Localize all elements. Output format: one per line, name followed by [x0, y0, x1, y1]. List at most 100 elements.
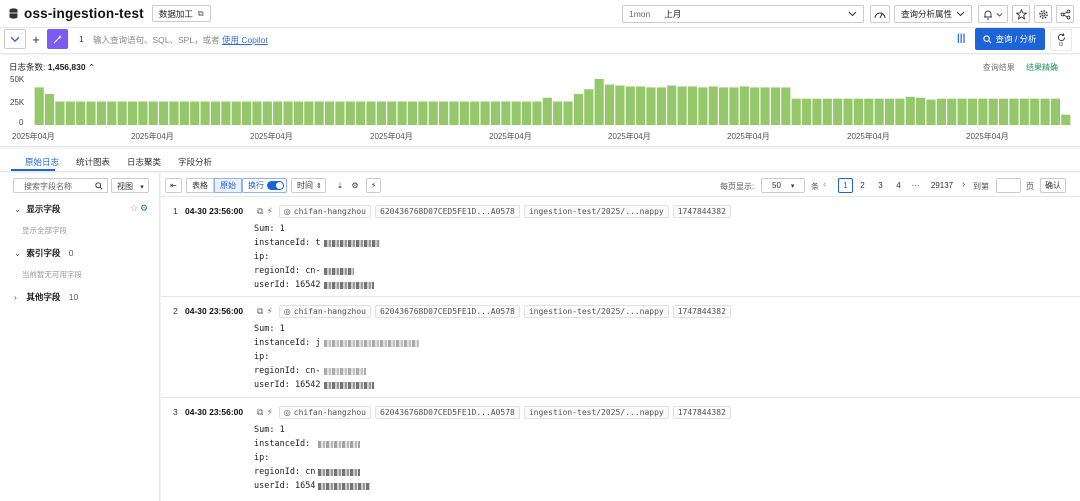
- add-query-button[interactable]: +: [27, 29, 45, 49]
- histogram-bar[interactable]: [947, 98, 957, 125]
- histogram-bar[interactable]: [107, 101, 117, 126]
- histogram-bar[interactable]: [719, 87, 729, 125]
- log-request-id-tag[interactable]: 620436768D07CED5FE1D...A0578: [375, 204, 520, 218]
- histogram-bar[interactable]: [407, 101, 418, 126]
- histogram-bar[interactable]: [563, 101, 573, 126]
- histogram-bar[interactable]: [988, 98, 998, 125]
- histogram-bar[interactable]: [1009, 98, 1019, 125]
- histogram-bar[interactable]: [511, 101, 521, 126]
- log-field[interactable]: ip:: [254, 350, 419, 364]
- magic-wand-icon[interactable]: ⚡: [266, 407, 272, 418]
- log-field[interactable]: userId: 16542: [254, 378, 419, 392]
- histogram-bar[interactable]: [210, 101, 221, 126]
- line-wrap-toggle[interactable]: 换行: [242, 178, 287, 193]
- copy-icon[interactable]: ⧉: [257, 407, 263, 418]
- log-file-path-tag[interactable]: ingestion-test/2025/...nappy: [523, 304, 669, 318]
- histogram-bar[interactable]: [553, 101, 563, 126]
- tab-log-cluster[interactable]: 日志聚类: [127, 156, 161, 168]
- log-field[interactable]: instanceId:: [254, 437, 370, 451]
- show-all-fields-link[interactable]: 显示全部字段: [22, 225, 67, 236]
- histogram-bar[interactable]: [1040, 98, 1050, 125]
- query-attributes-select[interactable]: 查询分析属性: [894, 5, 972, 23]
- time-sort-button[interactable]: 时间 ⇕: [291, 178, 326, 193]
- histogram-bar[interactable]: [698, 87, 708, 125]
- log-field[interactable]: regionId: cn-: [254, 364, 419, 378]
- log-source-tag[interactable]: ◎ chifan-hangzhou: [278, 405, 371, 419]
- query-history-dropdown[interactable]: [4, 29, 26, 49]
- histogram-bar[interactable]: [65, 101, 75, 126]
- histogram-bar[interactable]: [801, 98, 812, 125]
- histogram-bar[interactable]: [573, 93, 584, 125]
- tab-raw-logs[interactable]: 原始日志: [25, 156, 59, 168]
- histogram-bar[interactable]: [397, 101, 407, 126]
- histogram-bar[interactable]: [967, 98, 978, 125]
- histogram-bar[interactable]: [978, 98, 988, 125]
- share-button[interactable]: [1056, 5, 1074, 23]
- histogram-bar[interactable]: [242, 101, 252, 126]
- auto-refresh-gauge-button[interactable]: [870, 5, 890, 23]
- log-field[interactable]: ip:: [254, 451, 370, 465]
- copy-icon[interactable]: ⧉: [257, 306, 263, 317]
- histogram-bar[interactable]: [584, 89, 594, 125]
- log-field[interactable]: userId: 1654: [254, 479, 371, 493]
- histogram-bar[interactable]: [345, 101, 355, 126]
- histogram-bar[interactable]: [127, 101, 138, 126]
- histogram-bar[interactable]: [781, 87, 791, 125]
- tab-charts[interactable]: 统计图表: [76, 156, 110, 168]
- histogram-bar[interactable]: [480, 101, 490, 126]
- prev-page-icon[interactable]: ‹: [823, 179, 826, 190]
- histogram-bar[interactable]: [999, 98, 1009, 125]
- histogram-bar[interactable]: [646, 87, 656, 125]
- histogram-bar[interactable]: [428, 101, 438, 126]
- histogram-bar[interactable]: [521, 101, 532, 126]
- last-page-button[interactable]: 29137: [929, 178, 955, 193]
- time-range-select[interactable]: 1mon 上月: [622, 5, 864, 23]
- histogram-bar[interactable]: [542, 97, 552, 125]
- log-field[interactable]: Sum: 1: [254, 423, 370, 437]
- log-field[interactable]: instanceId: t: [254, 236, 380, 250]
- show-fields-section[interactable]: ⌄ 显示字段: [14, 203, 60, 215]
- histogram-bar[interactable]: [418, 101, 428, 126]
- index-fields-section[interactable]: ⌄ 索引字段 0: [14, 247, 74, 259]
- histogram-bar[interactable]: [273, 101, 283, 126]
- histogram-bar[interactable]: [324, 101, 335, 126]
- histogram-bar[interactable]: [117, 101, 127, 126]
- copilot-link[interactable]: 使用 Copilot: [222, 35, 268, 45]
- query-stats-icon[interactable]: |||: [957, 33, 965, 44]
- histogram-bar[interactable]: [376, 101, 386, 126]
- tab-field-analysis[interactable]: 字段分析: [178, 156, 212, 168]
- histogram-bar[interactable]: [335, 101, 345, 126]
- histogram-bar[interactable]: [44, 93, 55, 125]
- histogram-bar[interactable]: [304, 101, 314, 126]
- histogram-bar[interactable]: [615, 85, 625, 125]
- goto-page-input[interactable]: [996, 178, 1021, 193]
- log-source-tag[interactable]: ◎ chifan-hangzhou: [278, 204, 371, 218]
- histogram-bar[interactable]: [853, 98, 863, 125]
- histogram-bar[interactable]: [283, 101, 293, 126]
- table-mode-button[interactable]: 表格: [186, 178, 214, 193]
- histogram-bar[interactable]: [159, 101, 169, 126]
- log-field[interactable]: Sum: 1: [254, 322, 419, 336]
- histogram-bar[interactable]: [708, 86, 718, 125]
- histogram-bar[interactable]: [262, 101, 272, 126]
- histogram-bar[interactable]: [604, 84, 615, 125]
- histogram-chart[interactable]: [34, 78, 1071, 125]
- histogram-bar[interactable]: [34, 87, 44, 125]
- histogram-bar[interactable]: [138, 101, 148, 126]
- histogram-bar[interactable]: [625, 86, 635, 125]
- histogram-bar[interactable]: [936, 98, 946, 125]
- log-receive-time-tag[interactable]: 1747844382: [672, 204, 731, 218]
- raw-mode-button[interactable]: 原始: [214, 178, 242, 193]
- histogram-bar[interactable]: [636, 86, 646, 125]
- page-2-button[interactable]: 2: [855, 178, 870, 193]
- settings-button[interactable]: [1034, 5, 1052, 23]
- next-page-icon[interactable]: ›: [962, 179, 965, 190]
- histogram-bar[interactable]: [1061, 114, 1071, 125]
- collapse-fields-button[interactable]: ⇤: [165, 178, 182, 193]
- log-field[interactable]: instanceId: j: [254, 336, 419, 350]
- log-count[interactable]: 日志条数: 1,456,830 ⌃: [9, 61, 95, 73]
- histogram-bar[interactable]: [677, 86, 687, 125]
- histogram-bar[interactable]: [55, 101, 65, 126]
- histogram-bar[interactable]: [1019, 98, 1029, 125]
- histogram-bar[interactable]: [96, 101, 106, 126]
